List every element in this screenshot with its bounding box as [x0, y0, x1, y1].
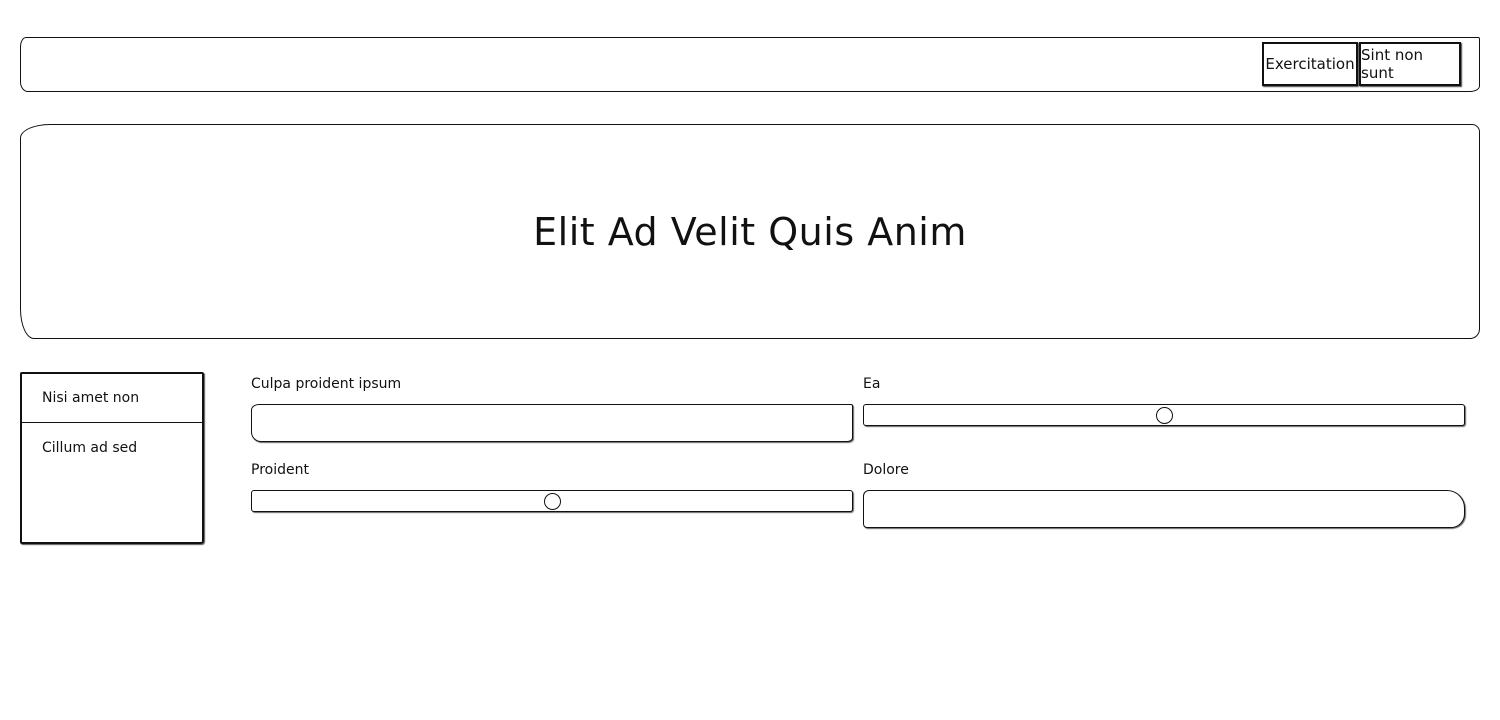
ea-field-label: Ea — [863, 376, 881, 392]
top-navbar — [20, 37, 1480, 92]
sint-non-sunt-button[interactable]: Sint non sunt — [1359, 42, 1461, 86]
sidebar-divider — [22, 422, 202, 423]
culpa-field-label: Culpa proident ipsum — [251, 376, 402, 392]
proident-slider[interactable] — [251, 490, 853, 512]
dolore-field-label: Dolore — [863, 462, 909, 478]
dolore-input[interactable] — [863, 490, 1465, 528]
exercitation-button[interactable]: Exercitation — [1262, 42, 1358, 86]
proident-slider-thumb[interactable] — [543, 492, 561, 510]
culpa-input[interactable] — [251, 404, 853, 442]
ea-slider[interactable] — [863, 404, 1465, 426]
hero-title: Elit Ad Velit Quis Anim — [533, 209, 967, 254]
ea-slider-thumb[interactable] — [1155, 406, 1173, 424]
sidebar-item-nisi-amet-non[interactable]: Nisi amet non — [22, 374, 202, 422]
proident-field-label: Proident — [251, 462, 309, 478]
sidebar-item-cillum-ad-sed[interactable]: Cillum ad sed — [22, 424, 202, 472]
